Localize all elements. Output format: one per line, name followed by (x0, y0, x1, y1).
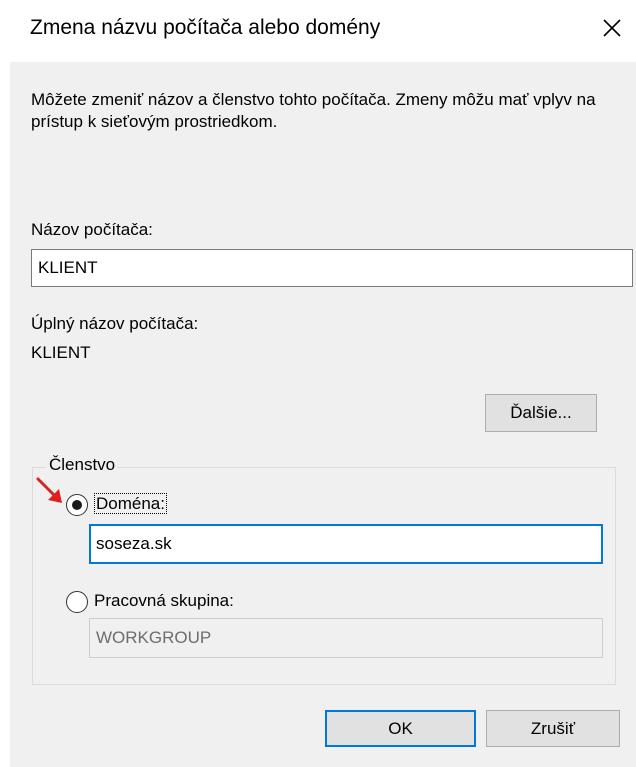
radio-selected-dot (72, 500, 82, 510)
ok-button[interactable]: OK (325, 710, 476, 747)
computer-name-label: Názov počítača: (31, 220, 153, 239)
domain-radio-label[interactable]: Doména: (94, 493, 167, 514)
workgroup-radio-label[interactable]: Pracovná skupina: (94, 591, 234, 611)
dialog-title: Zmena názvu počítača alebo domény (30, 16, 381, 39)
domain-input[interactable] (89, 524, 603, 564)
title-bar: Zmena názvu počítača alebo domény (0, 0, 636, 62)
description-text: Môžete zmeniť názov a členstvo tohto poč… (31, 90, 596, 131)
domain-radio[interactable] (66, 494, 88, 516)
cancel-button[interactable]: Zrušiť (486, 710, 620, 747)
full-name-label: Úplný názov počítača: (31, 314, 199, 333)
close-button[interactable] (596, 12, 628, 44)
workgroup-input (89, 618, 603, 658)
computer-name-input[interactable] (31, 249, 633, 287)
full-name-value: KLIENT (31, 343, 91, 362)
close-icon (603, 19, 621, 37)
more-button[interactable]: Ďalšie... (485, 394, 597, 432)
red-arrow-icon (36, 477, 62, 503)
membership-group-label: Členstvo (46, 455, 119, 475)
workgroup-radio[interactable] (66, 591, 88, 613)
